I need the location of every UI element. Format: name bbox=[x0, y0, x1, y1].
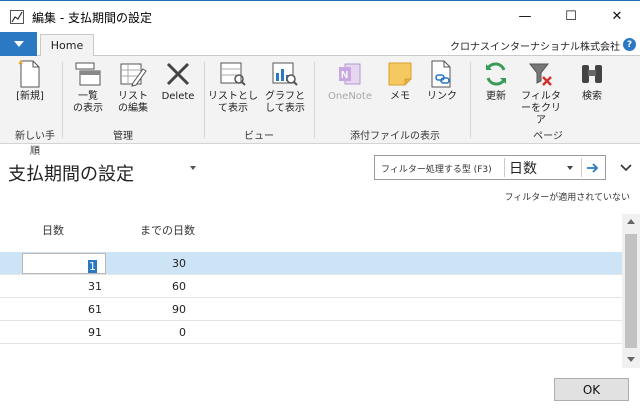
separator bbox=[204, 62, 205, 138]
group-label-manage: 管理 bbox=[113, 131, 133, 142]
filter-input[interactable]: フィルター処理する型 (F3) bbox=[381, 162, 492, 175]
group-label-attachments: 添付ファイルの表示 bbox=[350, 131, 440, 142]
memo-label: メモ bbox=[390, 91, 410, 102]
close-button[interactable]: ✕ bbox=[594, 1, 640, 32]
separator bbox=[504, 158, 505, 177]
arrow-right-icon bbox=[586, 162, 598, 173]
scrollbar-thumb[interactable] bbox=[625, 234, 637, 348]
row-selector[interactable] bbox=[0, 252, 22, 274]
filter-field-select[interactable]: 日数 bbox=[509, 158, 537, 178]
help-icon[interactable]: ? bbox=[623, 38, 636, 51]
group-label-page: ページ bbox=[533, 131, 563, 142]
chevron-down-icon[interactable] bbox=[567, 166, 573, 170]
refresh-icon bbox=[482, 60, 510, 88]
group-label-new: 新しい手順 bbox=[15, 131, 55, 157]
link-label: リンク bbox=[427, 91, 457, 102]
filter-bar[interactable]: フィルター処理する型 (F3) 日数 bbox=[374, 155, 606, 180]
view-list-label-1: 一覧 bbox=[78, 91, 98, 102]
table-row[interactable]: 61 90 bbox=[0, 298, 622, 321]
title-bar: 編集 - 支払期間の設定 — ☐ ✕ bbox=[0, 0, 640, 32]
column-header-until-days[interactable]: までの日数 bbox=[140, 222, 195, 238]
apply-filter-button[interactable] bbox=[581, 158, 603, 177]
memo-button[interactable]: メモ bbox=[380, 60, 420, 103]
find-label: 検索 bbox=[582, 91, 602, 102]
refresh-button[interactable]: 更新 bbox=[478, 60, 514, 103]
clear-filter-label-1: フィルタ bbox=[521, 91, 561, 102]
maximize-button[interactable]: ☐ bbox=[548, 1, 594, 32]
days-cell[interactable]: 91 bbox=[22, 326, 102, 339]
find-button[interactable]: 検索 bbox=[574, 60, 610, 103]
new-button[interactable]: [新規] bbox=[8, 60, 52, 103]
filter-status: フィルターが適用されていない bbox=[504, 193, 630, 203]
show-as-chart-label-1: グラフと bbox=[265, 91, 305, 102]
file-menu-button[interactable] bbox=[0, 32, 37, 56]
company-name: クロナスインターナショナル株式会社 bbox=[450, 42, 620, 53]
binoculars-icon bbox=[578, 60, 606, 88]
delete-icon bbox=[164, 60, 192, 88]
collapse-chevron-icon[interactable] bbox=[620, 162, 632, 175]
view-list-label-2: の表示 bbox=[73, 103, 103, 114]
new-label: [新規] bbox=[16, 91, 44, 102]
vertical-scrollbar[interactable] bbox=[622, 214, 640, 368]
onenote-button[interactable]: N OneNote bbox=[322, 60, 378, 103]
link-icon bbox=[428, 60, 456, 88]
view-list-button[interactable]: 一覧 の表示 bbox=[68, 60, 108, 115]
page-title: 支払期間の設定 bbox=[8, 164, 134, 185]
edit-list-label-2: の編集 bbox=[118, 103, 148, 114]
table-row[interactable]: 1 30 bbox=[0, 252, 622, 275]
days-cell-editor[interactable]: 1 bbox=[22, 253, 106, 274]
scroll-up-icon[interactable] bbox=[627, 219, 635, 224]
separator bbox=[470, 62, 471, 138]
tab-home[interactable]: Home bbox=[40, 34, 94, 57]
separator bbox=[314, 62, 315, 138]
until-days-cell[interactable]: 60 bbox=[106, 280, 186, 293]
show-as-list-label-1: リストとし bbox=[208, 91, 258, 102]
edit-list-label-1: リスト bbox=[118, 91, 148, 102]
refresh-label: 更新 bbox=[486, 91, 506, 102]
ribbon-tab-bar: Home クロナスインターナショナル株式会社 ? bbox=[0, 32, 640, 57]
days-cell[interactable]: 1 bbox=[88, 260, 97, 273]
column-header-days[interactable]: 日数 bbox=[42, 222, 64, 238]
title-dropdown-icon[interactable] bbox=[190, 166, 196, 170]
minimize-icon: — bbox=[518, 9, 532, 24]
ribbon: [新規] 新しい手順 一覧 の表示 リスト の編集 Delete 管理 リストと… bbox=[0, 56, 640, 157]
until-days-cell[interactable]: 90 bbox=[106, 303, 186, 316]
clear-filter-button[interactable]: フィルタ ーをクリア bbox=[518, 60, 564, 127]
days-cell[interactable]: 61 bbox=[22, 303, 102, 316]
minimize-button[interactable]: — bbox=[502, 1, 548, 32]
edit-list-icon bbox=[119, 60, 147, 88]
show-as-list-label-2: て表示 bbox=[218, 103, 248, 114]
list-view-icon bbox=[74, 60, 102, 88]
show-as-list-button[interactable]: リストとし て表示 bbox=[208, 60, 258, 115]
ok-button[interactable]: OK bbox=[554, 378, 629, 401]
app-icon bbox=[10, 10, 24, 24]
link-button[interactable]: リンク bbox=[422, 60, 462, 103]
maximize-icon: ☐ bbox=[565, 9, 577, 24]
clear-filter-icon bbox=[527, 60, 555, 88]
onenote-icon: N bbox=[336, 60, 364, 88]
svg-text:N: N bbox=[341, 70, 348, 81]
show-as-chart-icon bbox=[271, 60, 299, 88]
days-cell[interactable]: 31 bbox=[22, 280, 102, 293]
show-as-list-icon bbox=[219, 60, 247, 88]
memo-icon bbox=[386, 60, 414, 88]
onenote-label: OneNote bbox=[327, 91, 373, 102]
close-icon: ✕ bbox=[611, 9, 623, 24]
clear-filter-label-2: ーをクリア bbox=[521, 103, 561, 126]
edit-list-button[interactable]: リスト の編集 bbox=[112, 60, 154, 115]
table-row[interactable]: 91 0 bbox=[0, 321, 622, 344]
until-days-cell[interactable]: 30 bbox=[106, 257, 186, 270]
dropdown-icon bbox=[13, 41, 24, 47]
until-days-cell[interactable]: 0 bbox=[106, 326, 186, 339]
group-label-view: ビュー bbox=[244, 131, 274, 142]
separator bbox=[62, 62, 63, 138]
show-as-chart-button[interactable]: グラフと して表示 bbox=[260, 60, 310, 115]
show-as-chart-label-2: して表示 bbox=[265, 103, 305, 114]
table-row[interactable]: 31 60 bbox=[0, 275, 622, 298]
delete-button[interactable]: Delete bbox=[158, 60, 198, 103]
window-title: 編集 - 支払期間の設定 bbox=[32, 11, 152, 25]
scroll-down-icon[interactable] bbox=[627, 357, 635, 362]
delete-label: Delete bbox=[161, 91, 195, 102]
new-document-icon bbox=[16, 60, 44, 88]
